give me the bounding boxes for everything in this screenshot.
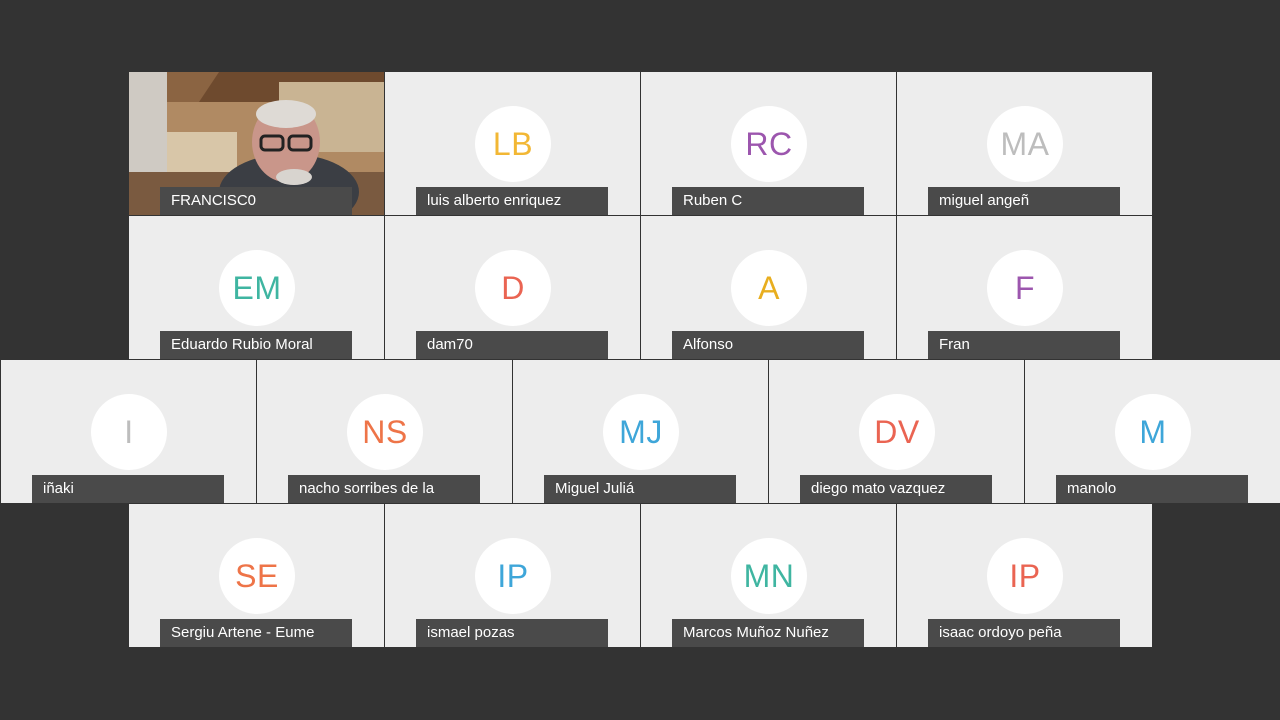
- participant-name: FRANCISC0: [160, 187, 352, 215]
- participant-avatar: M: [1115, 394, 1191, 470]
- participant-name: Ruben C: [672, 187, 864, 215]
- participant-name: Fran: [928, 331, 1120, 359]
- participant-avatar: IP: [475, 538, 551, 614]
- participant-name: isaac ordoyo peña: [928, 619, 1120, 647]
- participant-avatar: D: [475, 250, 551, 326]
- participant-tile-1[interactable]: LB luis alberto enriquez: [385, 72, 640, 215]
- participant-avatar: NS: [347, 394, 423, 470]
- participant-tile-16[interactable]: IP isaac ordoyo peña: [897, 504, 1152, 647]
- participant-tile-3[interactable]: MA miguel angeñ: [897, 72, 1152, 215]
- participant-tile-4[interactable]: EM Eduardo Rubio Moral: [129, 216, 384, 359]
- participant-avatar: DV: [859, 394, 935, 470]
- participant-avatar: IP: [987, 538, 1063, 614]
- participant-tile-15[interactable]: MN Marcos Muñoz Nuñez: [641, 504, 896, 647]
- participant-avatar: RC: [731, 106, 807, 182]
- participant-name: Alfonso: [672, 331, 864, 359]
- participant-avatar: MN: [731, 538, 807, 614]
- participant-avatar: MJ: [603, 394, 679, 470]
- participant-tile-2[interactable]: RC Ruben C: [641, 72, 896, 215]
- participant-tile-5[interactable]: D dam70: [385, 216, 640, 359]
- participant-tile-12[interactable]: M manolo: [1025, 360, 1280, 503]
- participant-name: Eduardo Rubio Moral: [160, 331, 352, 359]
- participant-avatar: MA: [987, 106, 1063, 182]
- participant-name: Marcos Muñoz Nuñez: [672, 619, 864, 647]
- participant-tile-14[interactable]: IP ismael pozas: [385, 504, 640, 647]
- participant-name: Sergiu Artene - Eume: [160, 619, 352, 647]
- participant-avatar: EM: [219, 250, 295, 326]
- participant-name: nacho sorribes de la: [288, 475, 480, 503]
- participant-tile-11[interactable]: DV diego mato vazquez: [769, 360, 1024, 503]
- participant-name: diego mato vazquez: [800, 475, 992, 503]
- participant-name: Miguel Juliá: [544, 475, 736, 503]
- participant-tile-7[interactable]: F Fran: [897, 216, 1152, 359]
- participant-name: dam70: [416, 331, 608, 359]
- participant-avatar: LB: [475, 106, 551, 182]
- participant-tile-9[interactable]: NS nacho sorribes de la: [257, 360, 512, 503]
- participant-avatar: F: [987, 250, 1063, 326]
- participant-name: iñaki: [32, 475, 224, 503]
- participant-name: miguel angeñ: [928, 187, 1120, 215]
- participant-tile-0[interactable]: FRANCISC0: [129, 72, 384, 215]
- participant-avatar: A: [731, 250, 807, 326]
- participant-tile-10[interactable]: MJ Miguel Juliá: [513, 360, 768, 503]
- participant-tile-6[interactable]: A Alfonso: [641, 216, 896, 359]
- participant-avatar: SE: [219, 538, 295, 614]
- participant-tile-13[interactable]: SE Sergiu Artene - Eume: [129, 504, 384, 647]
- participant-name: manolo: [1056, 475, 1248, 503]
- participant-avatar: I: [91, 394, 167, 470]
- participant-name: luis alberto enriquez: [416, 187, 608, 215]
- participant-name: ismael pozas: [416, 619, 608, 647]
- participant-tile-8[interactable]: I iñaki: [1, 360, 256, 503]
